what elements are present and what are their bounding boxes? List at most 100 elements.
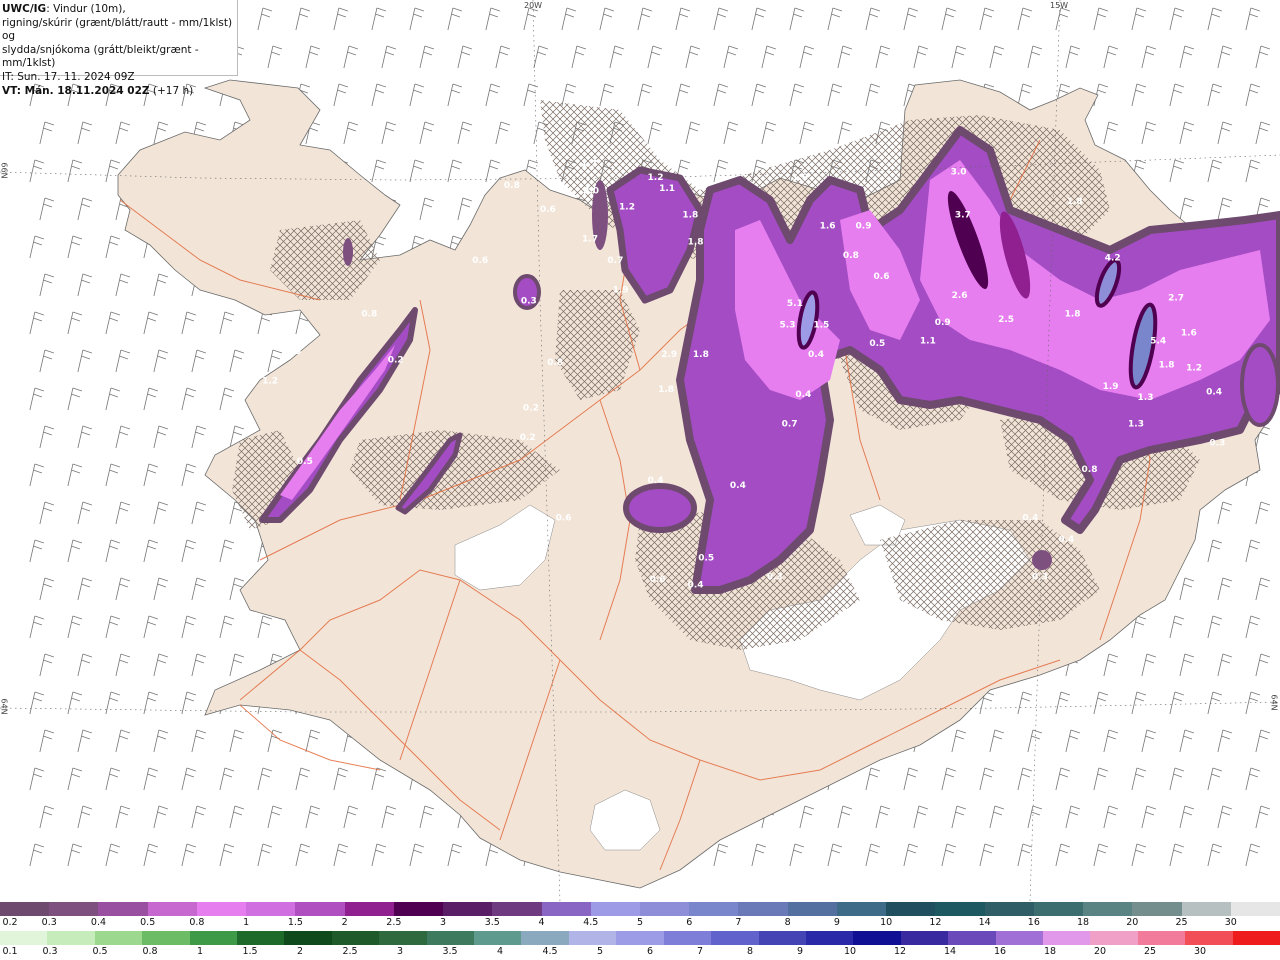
legend-label: 10 [880, 917, 893, 928]
legend-label: 9 [833, 917, 840, 928]
legend-swatch [284, 931, 333, 945]
legend-swatch [900, 931, 949, 945]
precip-value-label: 0.2 [388, 355, 404, 365]
legend-label: 1.5 [287, 917, 303, 928]
legend-label: 14 [978, 917, 991, 928]
precip-value-label: 0.5 [869, 339, 885, 349]
precip-value-label: 0.5 [297, 457, 313, 467]
legend-swatch [295, 902, 346, 916]
legend-swatch [474, 931, 522, 945]
legend-label: 2 [296, 946, 304, 957]
legend-label: 1.5 [242, 946, 258, 957]
legend-label: 16 [993, 946, 1007, 957]
info-line-3: slydda/snjókoma (grátt/bleikt/grænt - mm… [2, 43, 199, 70]
legend-swatch [196, 902, 247, 916]
legend-label: 0.2 [2, 917, 18, 928]
forecast-offset: (+17 h) [149, 84, 194, 97]
legend-swatch [1090, 931, 1139, 945]
legend-swatch [1137, 931, 1186, 945]
legend-label: 3.5 [442, 946, 458, 957]
precip-value-label: 5.4 [1150, 337, 1166, 347]
info-line-2: rigning/skúrir (grænt/blátt/rautt - mm/1… [2, 16, 233, 43]
legend-label: 9 [796, 946, 804, 957]
precip-value-label: 1.7 [581, 160, 597, 170]
legend-label: 0.5 [92, 946, 108, 957]
precip-value-label: 1.8 [1159, 361, 1175, 371]
legend-swatch [237, 931, 285, 945]
precip-value-label: 4.2 [1105, 253, 1121, 263]
precip-value-label: 2.7 [1168, 294, 1184, 304]
legend-swatch [640, 902, 690, 916]
precip-cell-c [1032, 550, 1052, 570]
legend-label: 10 [843, 946, 857, 957]
precip-value-label: 1.2 [1186, 363, 1202, 373]
precip-value-label: 0.6 [650, 575, 666, 585]
precip-value-label: 1.8 [688, 237, 704, 247]
precip-value-label: 1.6 [158, 465, 174, 475]
precip-value-label: 0.4 [730, 481, 746, 491]
legend-swatch [758, 931, 807, 945]
precip-value-label: 0.4 [1058, 535, 1074, 545]
legend-swatch [142, 931, 191, 945]
legend-label: 2.5 [342, 946, 358, 957]
map-info-box: UWC/IG: Vindur (10m), rigning/skúrir (gr… [0, 0, 238, 97]
legend-swatch [0, 902, 50, 916]
weather-map: 1.72.00.80.61.70.71.21.21.11.81.81.01.6 0… [0, 0, 1280, 902]
legend-swatch [331, 931, 380, 945]
legend-label: 0.8 [189, 917, 205, 928]
precip-value-label: 0.3 [767, 572, 783, 582]
legend-swatch [568, 931, 617, 945]
legend-label: 3 [440, 917, 447, 928]
legend-swatch [1083, 902, 1133, 916]
precip-value-label: 1.7 [582, 235, 598, 245]
precip-value-label: 1.8 [1067, 197, 1083, 207]
legend-swatch [616, 931, 665, 945]
precip-value-label: 0.4 [191, 379, 207, 389]
rain-legend-row [0, 931, 1280, 945]
legend-swatch [1232, 931, 1280, 945]
legend-swatch [246, 902, 296, 916]
legend-label: 12 [929, 917, 942, 928]
legend-swatch [47, 931, 96, 945]
legend-swatch [541, 902, 592, 916]
precip-value-label: 2.9 [661, 350, 677, 360]
precip-value-label: 0.8 [361, 310, 377, 320]
precip-value-label: 1.8 [186, 438, 202, 448]
precip-value-label: 1.3 [1138, 393, 1154, 403]
legend-label: 0.4 [90, 917, 107, 928]
legend-swatch [492, 902, 543, 916]
legend-label: 0.3 [41, 917, 57, 928]
legend-swatch [189, 931, 238, 945]
legend-swatch [443, 902, 493, 916]
legend-swatch [0, 931, 48, 945]
info-line-1: UWC/IG: Vindur (10m), [2, 3, 237, 17]
precip-value-label: 3.0 [951, 168, 967, 178]
precip-value-label: 1.5 [813, 320, 829, 330]
precip-value-label: 0.6 [519, 535, 535, 545]
precip-value-label: 1.9 [1103, 382, 1119, 392]
precip-value-label: 0.7 [782, 420, 798, 430]
precip-value-label: 1.8 [658, 385, 674, 395]
precip-value-label: 1.8 [682, 211, 698, 221]
precip-value-label: 0.8 [1082, 465, 1098, 475]
precip-value-label: 1.2 [262, 377, 278, 387]
snow-legend-labels: 0.2 0.3 0.4 0.5 0.8 1 1.5 2 2.5 3 3.5 4 4.5 5 6 7 8 9 10 12… [0, 917, 1280, 931]
legend-swatch [738, 902, 789, 916]
legend-label: 8 [746, 946, 754, 957]
precip-cell-f [1240, 343, 1280, 427]
legend-label: 18 [1077, 917, 1090, 928]
legend-swatch [1033, 902, 1084, 916]
precip-value-label: 0.2 [523, 404, 539, 414]
model-name: UWC/IG [2, 3, 47, 15]
precip-value-label: 0.3 [1032, 572, 1048, 582]
legend-label: 4.5 [583, 917, 599, 928]
precip-value-label: 2.0 [583, 186, 599, 196]
legend-label: 0.1 [2, 946, 18, 957]
lat-label-66n: 66N [0, 162, 9, 179]
legend-label: 6 [646, 946, 654, 957]
precip-value-label: 0.4 [1206, 387, 1222, 397]
legend-label: 18 [1043, 946, 1057, 957]
legend-swatch [1181, 902, 1232, 916]
precip-value-label: 0.8 [504, 181, 520, 191]
precip-value-label: 0.4 [795, 390, 811, 400]
